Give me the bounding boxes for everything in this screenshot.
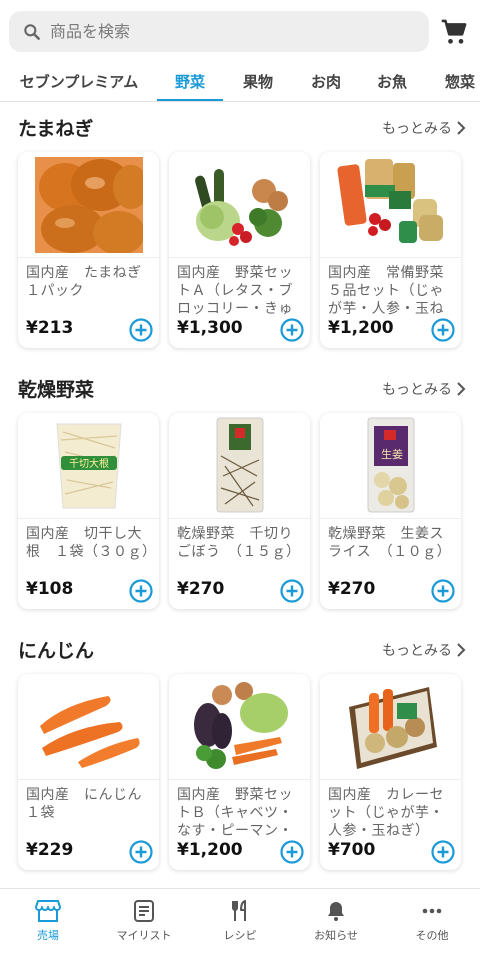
search-icon — [24, 23, 40, 40]
section-title: たまねぎ — [18, 118, 94, 140]
product-card[interactable]: 国内産 野菜セットＢ（キャベツ・なす・ピーマン・ ¥1,200 — [169, 674, 310, 870]
more-label: もっとみる — [382, 382, 452, 398]
product-price: ¥229 — [26, 840, 74, 860]
product-card[interactable]: 国内産 カレーセット（じゃが芋・人参・玉ねぎ） ¥700 — [320, 674, 461, 870]
add-to-cart-icon[interactable] — [431, 318, 455, 342]
product-price: ¥1,300 — [177, 318, 243, 338]
product-card[interactable]: 国内産 たまねぎ１パック ¥213 — [18, 152, 159, 348]
dried-burdock-image — [169, 413, 310, 519]
nav-label: マイリスト — [116, 929, 172, 942]
onion-image — [18, 152, 159, 258]
svg-text:生姜: 生姜 — [381, 447, 403, 461]
product-name: 国内産 野菜セットＢ（キャベツ・なす・ピーマン・ — [177, 787, 293, 838]
product-card[interactable]: 国内産 野菜セットＡ（レタス・ブロッコリー・きゅ ¥1,300 — [169, 152, 310, 348]
chevron-right-icon — [457, 382, 466, 396]
vegetable-set-b-image — [169, 674, 310, 780]
search-header — [0, 0, 480, 62]
curry-set-image — [320, 674, 461, 780]
more-link[interactable]: もっとみる — [382, 118, 466, 138]
search-bar[interactable] — [9, 11, 429, 52]
product-name: 国内産 野菜セットＡ（レタス・ブロッコリー・きゅ — [177, 265, 293, 316]
app-root: { "search": { "placeholder": "商品を検索" }, … — [0, 0, 480, 960]
section-title: 乾燥野菜 — [18, 379, 95, 401]
product-card[interactable]: 国内産 にんじん１袋 ¥229 — [18, 674, 159, 870]
add-to-cart-icon[interactable] — [280, 579, 304, 603]
product-name: 乾燥野菜 千切りごぼう （１５ｇ） — [177, 526, 301, 560]
more-link[interactable]: もっとみる — [382, 640, 466, 660]
product-name: 乾燥野菜 生姜スライス （１０ｇ） — [328, 526, 452, 560]
product-price: ¥270 — [177, 579, 225, 599]
dried-ginger-image: 生姜 — [320, 413, 461, 519]
product-name: 国内産 たまねぎ１パック — [26, 265, 142, 299]
product-price: ¥1,200 — [177, 840, 243, 860]
cutlery-icon — [232, 900, 246, 921]
section-carrot: にんじん もっとみる 国内産 にんじん１袋 ¥229 国内産 野菜セットＢ（キャ… — [0, 636, 480, 876]
section-dried-vegetables: 乾燥野菜 もっとみる 千切大根 国内産 切干し大根 １袋（３０ｇ） ¥108 乾… — [0, 375, 480, 615]
tab-fish[interactable]: お魚 — [364, 62, 420, 101]
search-input[interactable] — [50, 22, 390, 41]
tab-fruits[interactable]: 果物 — [230, 62, 286, 101]
vegetable-set-image — [169, 152, 310, 258]
store-icon — [35, 900, 61, 922]
add-to-cart-icon[interactable] — [280, 840, 304, 864]
nav-label: お知らせ — [314, 929, 358, 942]
product-card[interactable]: 国内産 常備野菜５品セット（じゃが芋・人参・玉ね ¥1,200 — [320, 152, 461, 348]
add-to-cart-icon[interactable] — [129, 579, 153, 603]
product-name: 国内産 切干し大根 １袋（３０ｇ） — [26, 526, 152, 560]
nav-more[interactable]: その他 — [384, 889, 480, 960]
product-name: 国内産 カレーセット（じゃが芋・人参・玉ねぎ） — [328, 787, 444, 838]
add-to-cart-icon[interactable] — [129, 840, 153, 864]
product-card[interactable]: 生姜 乾燥野菜 生姜スライス （１０ｇ） ¥270 — [320, 413, 461, 609]
product-price: ¥1,200 — [328, 318, 394, 338]
tab-vegetables[interactable]: 野菜 — [157, 62, 223, 101]
product-card[interactable]: 乾燥野菜 千切りごぼう （１５ｇ） ¥270 — [169, 413, 310, 609]
more-label: もっとみる — [382, 643, 452, 659]
list-icon — [134, 900, 154, 922]
section-onion: たまねぎ もっとみる 国内産 たまねぎ１パック ¥213 国内産 野菜セットＡ（… — [0, 114, 480, 354]
carrot-image — [18, 674, 159, 780]
product-name: 国内産 にんじん１袋 — [26, 787, 142, 821]
product-card[interactable]: 千切大根 国内産 切干し大根 １袋（３０ｇ） ¥108 — [18, 413, 159, 609]
more-icon — [422, 908, 442, 914]
bottom-nav: 売場 マイリスト レシピ お知らせ その他 — [0, 888, 480, 960]
product-price: ¥270 — [328, 579, 376, 599]
tab-meat[interactable]: お肉 — [298, 62, 354, 101]
nav-label: レシピ — [223, 929, 257, 942]
svg-text:千切大根: 千切大根 — [69, 457, 109, 470]
cart-icon[interactable] — [440, 18, 468, 46]
dried-radish-image: 千切大根 — [18, 413, 159, 519]
chevron-right-icon — [457, 121, 466, 135]
nav-label: その他 — [415, 929, 449, 942]
product-price: ¥700 — [328, 840, 376, 860]
add-to-cart-icon[interactable] — [431, 840, 455, 864]
vegetable-pack-image — [320, 152, 461, 258]
nav-label: 売場 — [37, 929, 59, 942]
nav-mylist[interactable]: マイリスト — [96, 889, 192, 960]
nav-notifications[interactable]: お知らせ — [288, 889, 384, 960]
more-label: もっとみる — [382, 121, 452, 137]
more-link[interactable]: もっとみる — [382, 379, 466, 399]
tab-deli[interactable]: 惣菜 — [432, 62, 480, 101]
section-title: にんじん — [18, 640, 95, 662]
add-to-cart-icon[interactable] — [431, 579, 455, 603]
product-name: 国内産 常備野菜５品セット（じゃが芋・人参・玉ね — [328, 265, 444, 316]
nav-recipe[interactable]: レシピ — [192, 889, 288, 960]
add-to-cart-icon[interactable] — [129, 318, 153, 342]
tab-seven-premium[interactable]: セブンプレミアム — [14, 62, 144, 101]
category-tabs: セブンプレミアム 野菜 果物 お肉 お魚 惣菜 — [0, 62, 480, 102]
product-price: ¥213 — [26, 318, 74, 338]
nav-store[interactable]: 売場 — [0, 889, 96, 960]
product-price: ¥108 — [26, 579, 74, 599]
add-to-cart-icon[interactable] — [280, 318, 304, 342]
bell-icon — [328, 902, 344, 921]
chevron-right-icon — [457, 643, 466, 657]
